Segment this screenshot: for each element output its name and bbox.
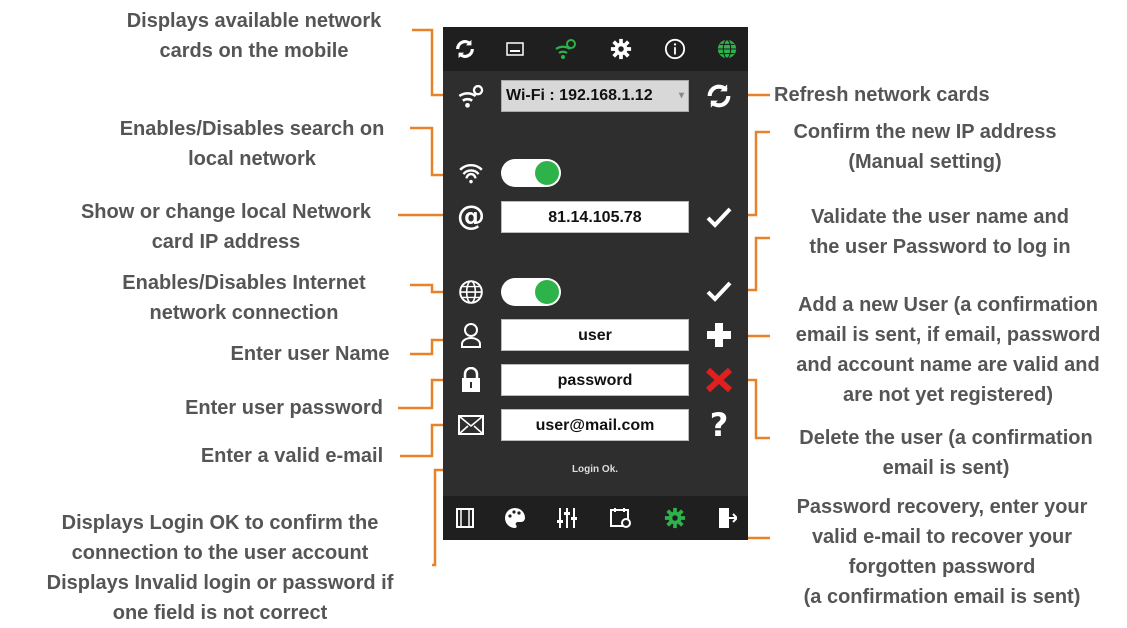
annotation-line: are not yet registered) bbox=[842, 384, 1054, 406]
annotation-line: and account name are valid and bbox=[796, 354, 1100, 376]
app-screen: Wi-Fi : 192.168.1.12 ▾ @ 81.14.105.78 us… bbox=[443, 27, 748, 540]
annotation-search-local: Enables/Disables search on local network bbox=[96, 114, 408, 174]
annotation-line: Confirm the new IP address bbox=[793, 121, 1057, 143]
lock-icon bbox=[455, 364, 487, 396]
chevron-down-icon: ▾ bbox=[678, 90, 684, 101]
annotation-line: Refresh network cards bbox=[774, 84, 990, 106]
internet-toggle[interactable] bbox=[501, 278, 561, 306]
ip-address-field[interactable]: 81.14.105.78 bbox=[501, 201, 689, 233]
delete-user-button[interactable] bbox=[703, 364, 735, 396]
email-value: user@mail.com bbox=[535, 417, 655, 434]
refresh-icon[interactable] bbox=[451, 35, 479, 63]
annotation-email: Enter a valid e-mail bbox=[184, 441, 400, 471]
annotation-line: local network bbox=[188, 148, 316, 170]
annotation-network-cards: Displays available network cards on the … bbox=[96, 6, 412, 66]
annotation-line: email is sent, if email, password bbox=[795, 324, 1101, 346]
annotation-confirm-ip: Confirm the new IP address (Manual setti… bbox=[770, 117, 1080, 177]
annotation-add-user: Add a new User (a confirmation email is … bbox=[772, 290, 1124, 410]
annotation-line: (a confirmation email is sent) bbox=[803, 586, 1081, 608]
user-name-value: user bbox=[578, 327, 612, 344]
local-search-toggle[interactable] bbox=[501, 159, 561, 187]
sliders-icon[interactable] bbox=[553, 504, 581, 532]
toggle-knob bbox=[535, 161, 559, 185]
annotation-internet: Enables/Disables Internet network connec… bbox=[80, 268, 408, 328]
annotation-line: Validate the user name and bbox=[811, 206, 1069, 228]
annotation-line: network connection bbox=[149, 302, 339, 324]
network-card-select[interactable]: Wi-Fi : 192.168.1.12 ▾ bbox=[501, 80, 689, 112]
wifi-icon bbox=[455, 157, 487, 189]
annotation-line: email is sent) bbox=[882, 457, 1010, 479]
top-toolbar bbox=[443, 27, 748, 71]
annotation-line: forgotten password bbox=[848, 556, 1036, 578]
email-field[interactable]: user@mail.com bbox=[501, 409, 689, 441]
annotation-line: Show or change local Network bbox=[80, 201, 372, 223]
network-card-value: Wi-Fi : 192.168.1.12 bbox=[506, 87, 653, 104]
user-icon bbox=[455, 319, 487, 351]
annotation-line: Enter a valid e-mail bbox=[200, 445, 384, 467]
annotation-line: connection to the user account bbox=[71, 542, 369, 564]
annotation-line: Enter user password bbox=[185, 397, 383, 419]
login-status: Login Ok. bbox=[571, 464, 619, 475]
annotation-line: Enter user Name bbox=[230, 343, 390, 365]
at-icon: @ bbox=[457, 198, 485, 232]
ip-address-value: 81.14.105.78 bbox=[548, 209, 642, 226]
annotation-line: the user Password to log in bbox=[809, 236, 1071, 258]
annotation-line: valid e-mail to recover your bbox=[811, 526, 1073, 548]
gear-icon[interactable] bbox=[661, 504, 689, 532]
calendar-settings-icon[interactable] bbox=[607, 504, 635, 532]
password-value: password bbox=[557, 372, 633, 389]
screen-icon[interactable] bbox=[501, 35, 529, 63]
globe-icon[interactable] bbox=[713, 35, 741, 63]
user-name-field[interactable]: user bbox=[501, 319, 689, 351]
bottom-toolbar bbox=[443, 496, 748, 540]
mail-icon bbox=[455, 409, 487, 441]
annotation-line: card IP address bbox=[151, 231, 301, 253]
annotation-refresh: Refresh network cards bbox=[774, 80, 1024, 110]
refresh-network-button[interactable] bbox=[703, 80, 735, 112]
annotation-local-ip: Show or change local Network card IP add… bbox=[56, 197, 396, 257]
annotation-user-name: Enter user Name bbox=[210, 339, 410, 369]
wifi-settings-icon bbox=[455, 80, 487, 112]
gear-icon[interactable] bbox=[607, 35, 635, 63]
info-icon[interactable] bbox=[661, 35, 689, 63]
annotation-line: Displays Invalid login or password if bbox=[46, 572, 394, 594]
annotation-line: Enables/Disables search on bbox=[119, 118, 385, 140]
annotation-delete-user: Delete the user (a confirmation email is… bbox=[772, 423, 1120, 483]
annotation-line: Displays available network bbox=[126, 10, 382, 32]
validate-login-button[interactable] bbox=[703, 275, 735, 307]
password-field[interactable]: password bbox=[501, 364, 689, 396]
palette-icon[interactable] bbox=[501, 504, 529, 532]
toggle-knob bbox=[535, 280, 559, 304]
annotation-line: Add a new User (a confirmation bbox=[797, 294, 1099, 316]
wifi-settings-icon[interactable] bbox=[551, 35, 579, 63]
exit-icon[interactable] bbox=[713, 504, 741, 532]
add-user-button[interactable] bbox=[703, 319, 735, 351]
annotation-login-status: Displays Login OK to confirm the connect… bbox=[10, 508, 430, 628]
annotation-line: Password recovery, enter your bbox=[796, 496, 1088, 518]
annotation-recovery: Password recovery, enter your valid e-ma… bbox=[772, 492, 1112, 612]
annotation-line: Enables/Disables Internet bbox=[122, 272, 366, 294]
annotation-validate: Validate the user name and the user Pass… bbox=[780, 202, 1100, 262]
password-recovery-button[interactable]: ? bbox=[703, 409, 735, 441]
annotation-line: one field is not correct bbox=[112, 602, 328, 624]
confirm-ip-button[interactable] bbox=[703, 201, 735, 233]
annotation-line: cards on the mobile bbox=[159, 40, 349, 62]
film-icon[interactable] bbox=[451, 504, 479, 532]
annotation-line: (Manual setting) bbox=[848, 151, 1002, 173]
globe-icon bbox=[455, 276, 487, 308]
annotation-line: Delete the user (a confirmation bbox=[799, 427, 1093, 449]
annotation-user-password: Enter user password bbox=[170, 393, 398, 423]
annotation-line: Displays Login OK to confirm the bbox=[61, 512, 379, 534]
